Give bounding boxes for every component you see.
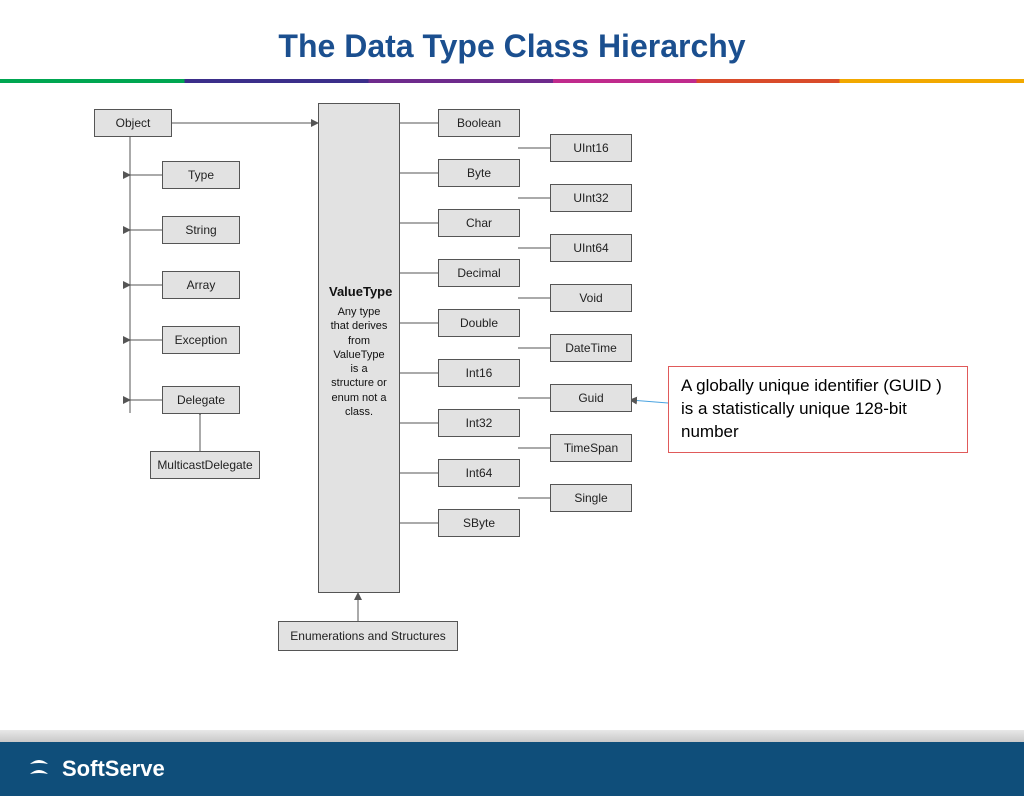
node-int16: Int16 xyxy=(438,359,520,387)
footer-divider xyxy=(0,730,1024,742)
valuetype-desc: Any type that derives from ValueType is … xyxy=(329,305,389,419)
node-double: Double xyxy=(438,309,520,337)
node-exception: Exception xyxy=(162,326,240,354)
callout-guid: A globally unique identifier (GUID ) is … xyxy=(668,366,968,453)
node-uint32: UInt32 xyxy=(550,184,632,212)
node-guid: Guid xyxy=(550,384,632,412)
node-sbyte: SByte xyxy=(438,509,520,537)
node-datetime: DateTime xyxy=(550,334,632,362)
node-int64: Int64 xyxy=(438,459,520,487)
node-byte: Byte xyxy=(438,159,520,187)
node-multicast-delegate: MulticastDelegate xyxy=(150,451,260,479)
page-title: The Data Type Class Hierarchy xyxy=(0,28,1024,65)
node-delegate: Delegate xyxy=(162,386,240,414)
node-int32: Int32 xyxy=(438,409,520,437)
valuetype-title: ValueType xyxy=(329,284,389,299)
node-char: Char xyxy=(438,209,520,237)
node-uint16: UInt16 xyxy=(550,134,632,162)
node-string: String xyxy=(162,216,240,244)
node-valuetype: ValueType Any type that derives from Val… xyxy=(318,103,400,593)
node-uint64: UInt64 xyxy=(550,234,632,262)
node-object: Object xyxy=(94,109,172,137)
node-type: Type xyxy=(162,161,240,189)
diagram-canvas: Object Type String Array Exception Deleg… xyxy=(0,83,1024,683)
node-single: Single xyxy=(550,484,632,512)
node-enum-struct: Enumerations and Structures xyxy=(278,621,458,651)
node-array: Array xyxy=(162,271,240,299)
node-void: Void xyxy=(550,284,632,312)
node-boolean: Boolean xyxy=(438,109,520,137)
node-decimal: Decimal xyxy=(438,259,520,287)
footer-bar: SoftServe xyxy=(0,742,1024,796)
node-timespan: TimeSpan xyxy=(550,434,632,462)
brand-name: SoftServe xyxy=(62,756,165,782)
brand-logo-icon xyxy=(24,754,54,784)
